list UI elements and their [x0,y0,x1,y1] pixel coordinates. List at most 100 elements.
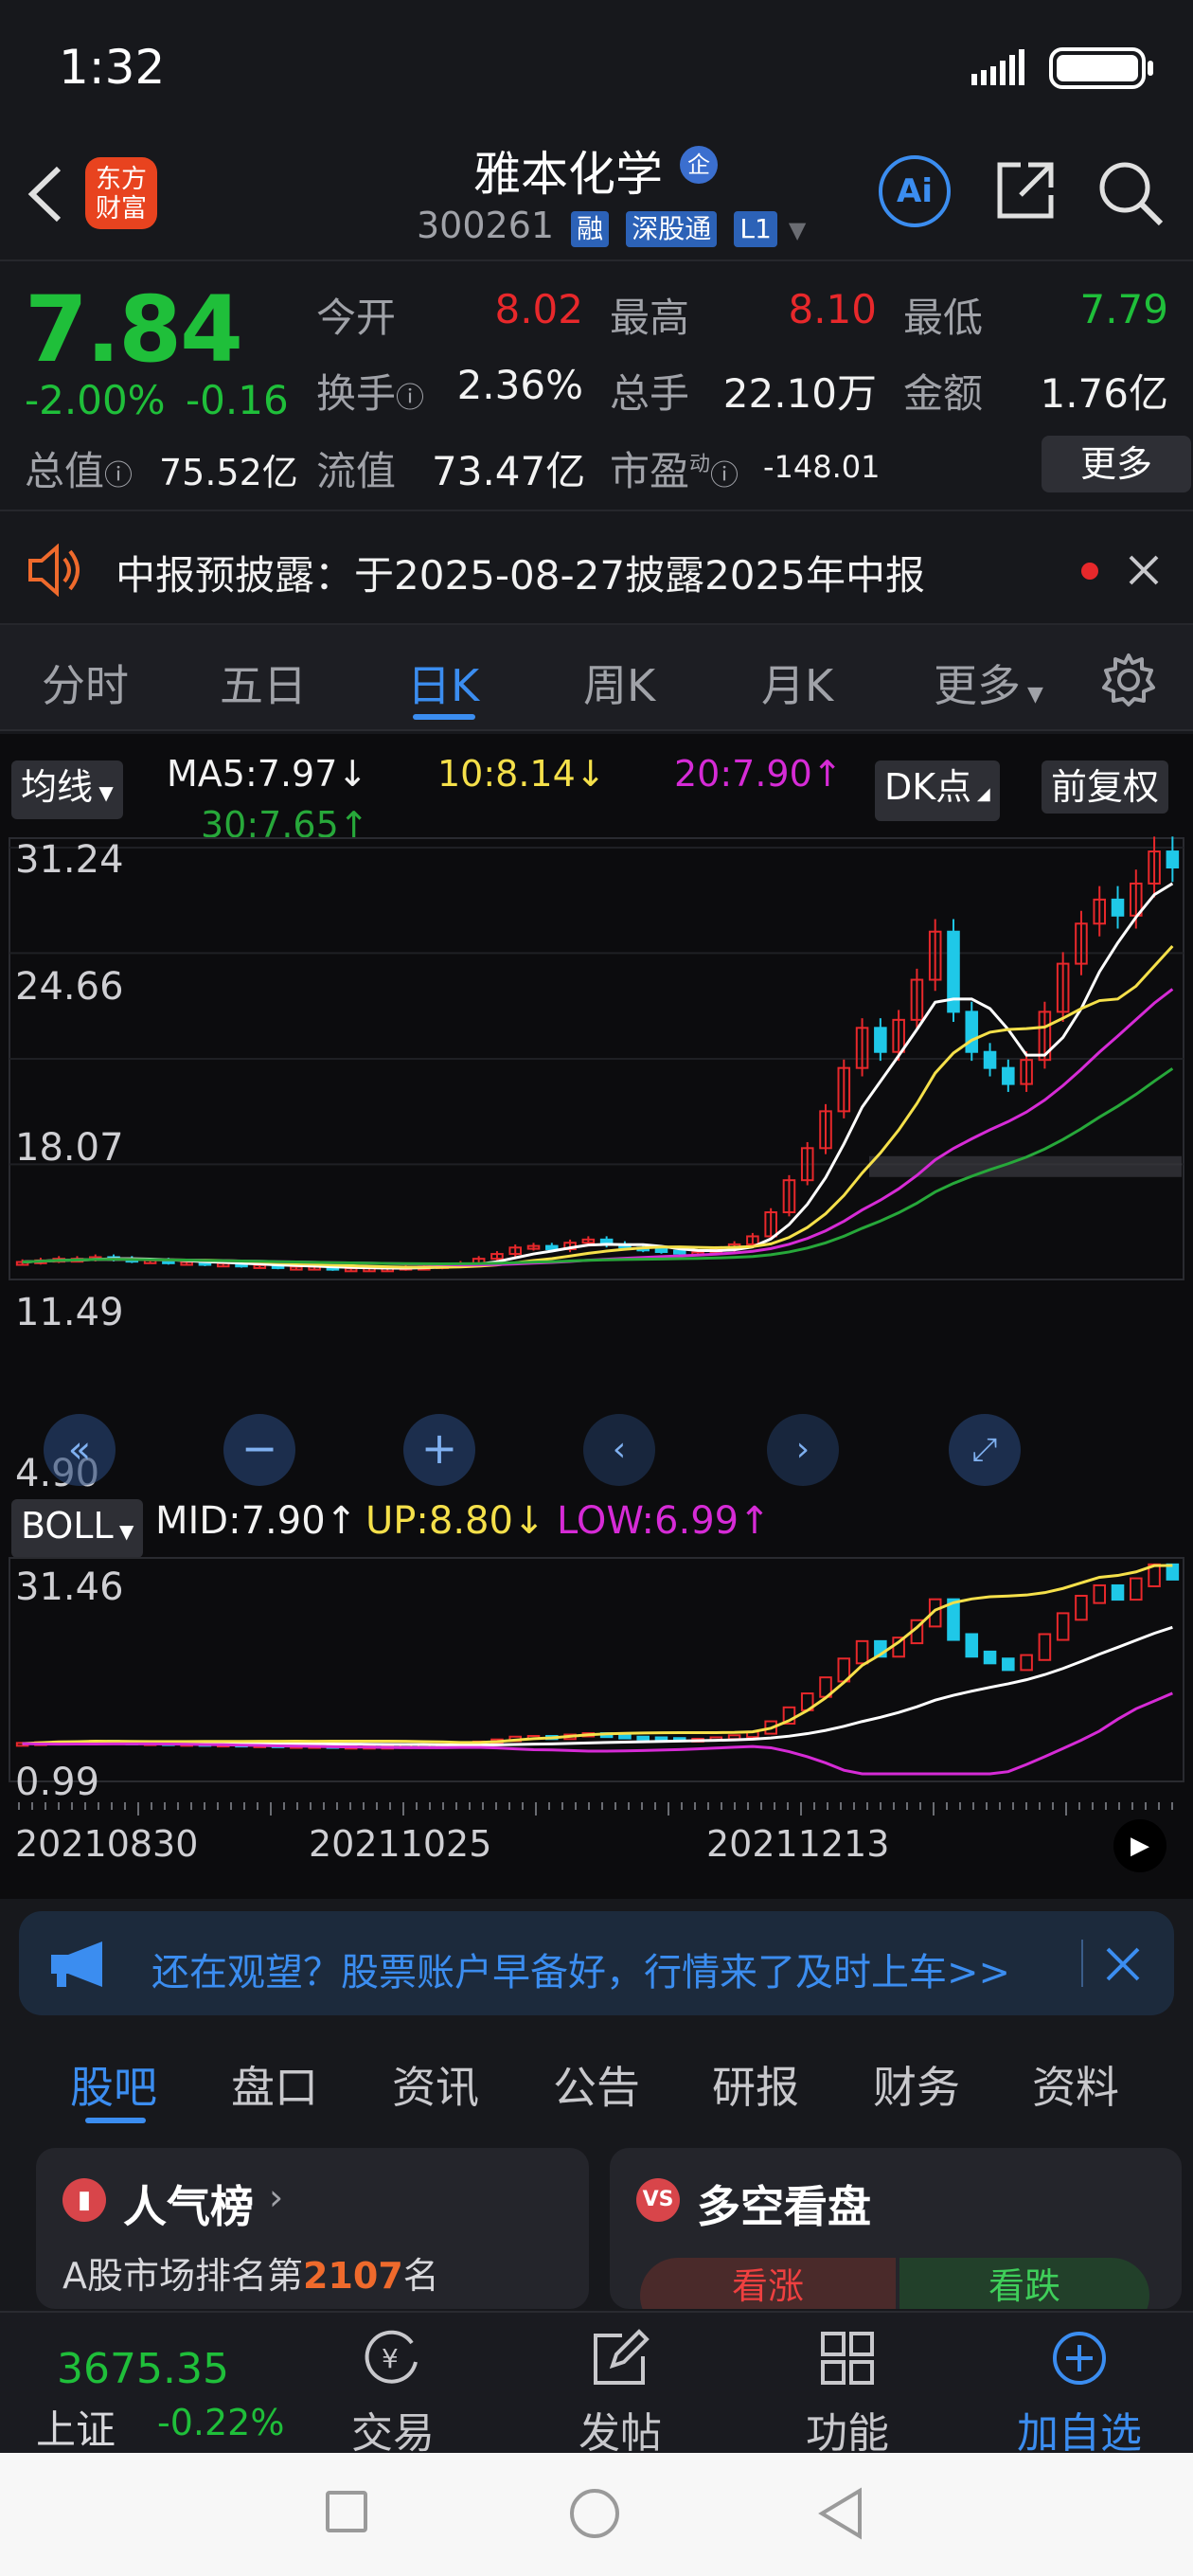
search-icon[interactable] [1095,157,1166,229]
ai-assistant-button[interactable]: Ai [879,155,951,227]
nav-trade[interactable]: ¥ 交易 [331,2328,454,2460]
candle-body [1002,1657,1015,1672]
settings-gear-icon[interactable] [1100,652,1157,708]
info-icon[interactable]: ⓘ [104,459,133,492]
y-axis-label: 0.99 [15,1761,100,1804]
stock-name: 雅本化学 [473,147,663,202]
ma30-line [22,1067,1174,1265]
app-logo[interactable]: 东方 财富 [85,157,157,229]
candle-body [1166,850,1180,868]
fullscreen-icon[interactable]: ⤢ [949,1414,1021,1486]
float-cap-label: 流值 [316,448,397,494]
system-navigation-bar [0,2453,1193,2576]
active-tab-indicator [85,2118,146,2123]
amount-value: 1.76亿 [1040,370,1168,417]
signal-battery-icon [971,47,1153,89]
notice-text: 中报预披露：于2025-08-27披露2025年中报 [116,552,925,599]
recents-icon[interactable] [326,2491,367,2532]
ma5-legend: MA5:7.97↓ [167,753,368,795]
index-name[interactable]: 上证 [36,2398,116,2456]
tab-five-day[interactable]: 五日 [220,652,307,714]
tab-weekly-k[interactable]: 周K [583,652,655,714]
tab-research[interactable]: 研报 [712,2053,799,2116]
tab-more[interactable]: 更多 ▼ [934,652,1043,714]
add-circle-icon [1053,2332,1106,2385]
zoom-out-button[interactable]: − [223,1414,295,1486]
candlestick-chart[interactable] [0,836,1193,1281]
step-right-button[interactable]: › [767,1414,839,1486]
index-change[interactable]: -0.22% [157,2402,284,2443]
stock-code: 300261 [417,205,555,246]
info-icon[interactable]: ⓘ [710,459,739,492]
tab-intraday[interactable]: 分时 [42,652,129,714]
candle-body [654,1736,668,1742]
back-icon[interactable] [25,161,66,227]
bearish-button[interactable]: 看跌 [899,2258,1149,2309]
info-icon[interactable]: ⓘ [396,382,424,415]
tag-connect: 深股通 [626,211,718,247]
close-icon[interactable] [1104,1945,1142,1983]
ma-indicator-dropdown[interactable]: 均线 ▼ [11,760,123,819]
edit-icon [594,2329,650,2385]
x-axis-label: 20210830 [15,1823,199,1865]
ad-banner[interactable]: 还在观望？股票账户早备好，行情来了及时上车>> [19,1911,1174,2015]
more-quote-button[interactable]: 更多 [1042,436,1191,492]
adjust-button[interactable]: 前复权 [1042,760,1169,814]
turnover-value: 2.36% [456,362,583,408]
period-tabs: 分时 五日 日K 周K 月K 更多 ▼ [0,625,1193,731]
unread-dot [1081,563,1098,580]
share-icon[interactable] [992,157,1059,224]
bullish-button[interactable]: 看涨 [640,2258,896,2309]
y-axis-label: 18.07 [15,1126,124,1170]
resistance-band [869,1155,1182,1177]
sentiment-card[interactable]: VS 多空看盘 看涨 看跌 [610,2148,1182,2309]
candle-body [965,1633,979,1658]
boll-up-legend: UP:8.80↓ [365,1499,545,1543]
x-axis-label: 20211025 [309,1823,492,1865]
back-nav-icon[interactable] [816,2487,865,2540]
dk-point-button[interactable]: DK点 ◢ [875,760,1000,821]
scroll-left-button[interactable]: « [44,1414,116,1486]
tab-news[interactable]: 资讯 [392,2053,479,2116]
notice-bar[interactable]: 中报预披露：于2025-08-27披露2025年中报 [0,511,1193,625]
candle-body [636,1735,650,1741]
nav-add-watchlist[interactable]: 加自选 [1004,2328,1155,2460]
index-value[interactable]: 3675.35 [57,2345,229,2393]
open-value: 8.02 [494,286,583,332]
high-label: 最高 [610,295,690,341]
candle-body [1111,1583,1125,1601]
tab-order-book[interactable]: 盘口 [231,2053,318,2116]
x-axis-label: 20211213 [706,1823,890,1865]
home-icon[interactable] [570,2489,619,2538]
enterprise-badge: 企 [680,146,718,184]
tab-daily-k[interactable]: 日K [407,652,479,714]
zoom-in-button[interactable]: + [403,1414,475,1486]
pe-value: -148.01 [763,449,881,485]
ma10-legend: 10:8.14↓ [437,753,606,795]
tab-financials[interactable]: 财务 [873,2053,960,2116]
volume-label: 总手 [610,370,690,417]
popularity-card[interactable]: ▮ 人气榜 › A股市场排名第2107名 [36,2148,589,2309]
ma10-line [22,944,1174,1269]
tab-monthly-k[interactable]: 月K [761,652,833,714]
svg-text:¥: ¥ [382,2343,399,2374]
play-forward-icon[interactable]: ▶ [1113,1819,1166,1872]
tab-forum[interactable]: 股吧 [70,2053,157,2116]
boll-indicator-dropdown[interactable]: BOLL ▼ [11,1499,144,1558]
tag-margin: 融 [571,211,610,247]
tab-profile[interactable]: 资料 [1032,2053,1119,2116]
nav-post[interactable]: 发帖 [559,2328,682,2460]
active-tab-indicator [413,714,475,720]
candle-body [1038,1633,1052,1661]
boll-low-legend: LOW:6.99↑ [557,1499,771,1543]
close-icon[interactable] [1127,553,1161,587]
candle-body [1093,1583,1107,1604]
boll-chart[interactable] [0,1556,1193,1783]
tab-announcements[interactable]: 公告 [553,2053,640,2116]
quote-panel: 7.84 -2.00% -0.16 今开 8.02 最高 8.10 最低 7.7… [0,263,1193,511]
nav-functions[interactable]: 功能 [786,2328,909,2460]
candle-body [855,1639,869,1665]
chevron-down-icon[interactable]: ▼ [789,217,806,243]
divider [1081,1940,1083,1987]
step-left-button[interactable]: ‹ [583,1414,655,1486]
